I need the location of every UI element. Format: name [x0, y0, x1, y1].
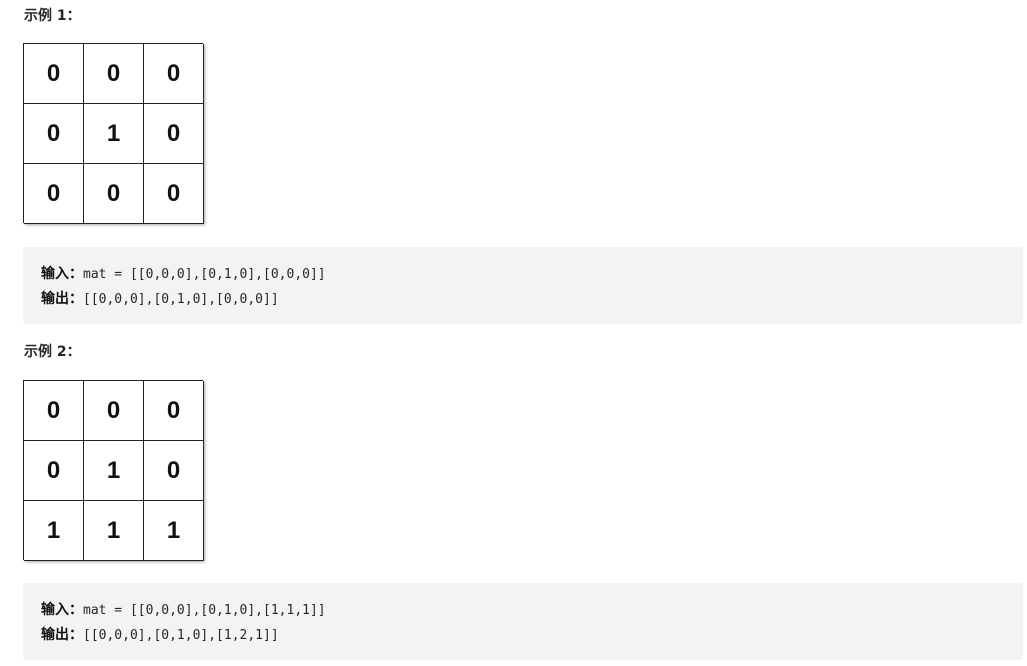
input-label: 输入： — [41, 602, 83, 618]
matrix-cell: 0 — [24, 104, 84, 164]
example-1-title: 示例 1： — [24, 8, 81, 24]
example-2-code-block: 输入：mat = [[0,0,0],[0,1,0],[1,1,1]] 输出：[[… — [23, 583, 1023, 660]
output-value: [[0,0,0],[0,1,0],[0,0,0]] — [83, 292, 279, 307]
matrix-cell: 1 — [84, 441, 144, 501]
input-line: 输入：mat = [[0,0,0],[0,1,0],[1,1,1]] — [41, 598, 1005, 623]
matrix-cell: 0 — [84, 381, 144, 441]
matrix-cell: 1 — [24, 501, 84, 561]
input-label: 输入： — [41, 266, 83, 282]
matrix-cell: 0 — [144, 381, 204, 441]
input-value: mat = [[0,0,0],[0,1,0],[1,1,1]] — [83, 603, 326, 618]
input-line: 输入：mat = [[0,0,0],[0,1,0],[0,0,0]] — [41, 262, 1005, 287]
matrix-cell: 0 — [84, 164, 144, 224]
matrix-cell: 0 — [144, 104, 204, 164]
matrix-cell: 0 — [84, 44, 144, 104]
example-1-code-block: 输入：mat = [[0,0,0],[0,1,0],[0,0,0]] 输出：[[… — [23, 247, 1023, 324]
matrix-cell: 0 — [24, 164, 84, 224]
output-label: 输出： — [41, 627, 83, 643]
matrix-cell: 0 — [144, 44, 204, 104]
matrix-cell: 0 — [24, 441, 84, 501]
matrix-cell: 1 — [144, 501, 204, 561]
output-value: [[0,0,0],[0,1,0],[1,2,1]] — [83, 628, 279, 643]
output-label: 输出： — [41, 291, 83, 307]
matrix-cell: 0 — [144, 441, 204, 501]
example-2-matrix: 0 0 0 0 1 0 1 1 1 — [23, 380, 204, 561]
example-2-title: 示例 2： — [24, 344, 81, 360]
matrix-cell: 0 — [24, 381, 84, 441]
output-line: 输出：[[0,0,0],[0,1,0],[1,2,1]] — [41, 623, 1005, 648]
matrix-cell: 1 — [84, 104, 144, 164]
input-value: mat = [[0,0,0],[0,1,0],[0,0,0]] — [83, 267, 326, 282]
example-1-matrix: 0 0 0 0 1 0 0 0 0 — [23, 43, 204, 224]
matrix-cell: 0 — [24, 44, 84, 104]
output-line: 输出：[[0,0,0],[0,1,0],[0,0,0]] — [41, 287, 1005, 312]
matrix-cell: 0 — [144, 164, 204, 224]
matrix-cell: 1 — [84, 501, 144, 561]
